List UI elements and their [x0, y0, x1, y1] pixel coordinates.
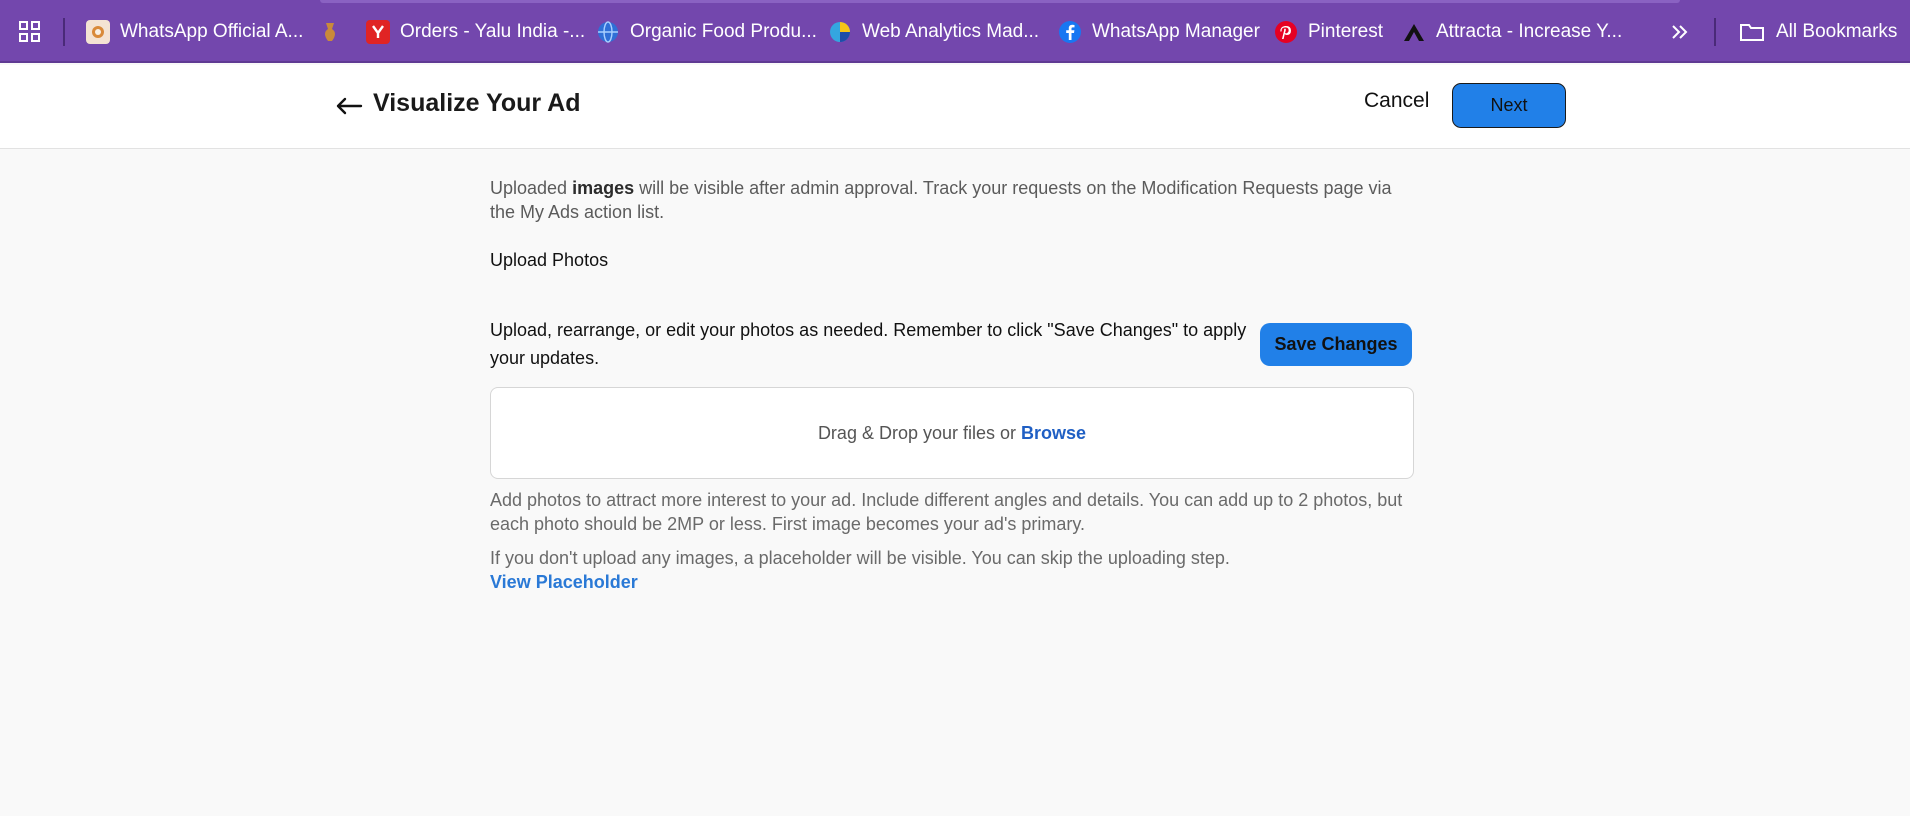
- back-arrow-icon[interactable]: [334, 91, 364, 121]
- bookmark-label: Pinterest: [1308, 21, 1383, 42]
- page-title: Visualize Your Ad: [373, 89, 581, 117]
- bookmark-label: Organic Food Produ...: [630, 21, 817, 42]
- whatsapp-official-favicon-icon: [86, 20, 110, 44]
- bookmarks-divider: [63, 18, 65, 46]
- bookmark-vase[interactable]: [318, 16, 352, 48]
- page-header: Visualize Your Ad Cancel Next: [0, 65, 1910, 149]
- upload-instruction-text: Upload, rearrange, or edit your photos a…: [490, 320, 1247, 368]
- bookmark-whatsapp-manager[interactable]: WhatsApp Manager: [1058, 16, 1260, 48]
- bookmarks-divider: [1714, 18, 1716, 46]
- view-placeholder-link[interactable]: View Placeholder: [490, 570, 638, 594]
- bookmark-label: All Bookmarks: [1776, 21, 1898, 42]
- pinterest-favicon-icon: [1274, 20, 1298, 44]
- approval-info-text: Uploaded images will be visible after ad…: [490, 176, 1415, 224]
- cancel-button[interactable]: Cancel: [1364, 89, 1429, 113]
- bookmark-label: WhatsApp Manager: [1092, 21, 1260, 42]
- next-button[interactable]: Next: [1452, 83, 1566, 128]
- more-bookmarks-chevron-icon[interactable]: [1669, 16, 1689, 48]
- photo-guidelines-text: Add photos to attract more interest to y…: [490, 490, 1403, 534]
- placeholder-note-text: If you don't upload any images, a placeh…: [490, 548, 1230, 568]
- bookmark-web-analytics[interactable]: Web Analytics Mad...: [828, 16, 1039, 48]
- bookmark-label: Web Analytics Mad...: [862, 21, 1040, 42]
- tab-strip-edge: [320, 0, 1680, 3]
- vase-favicon-icon: [318, 20, 342, 44]
- bookmark-attracta[interactable]: Attracta - Increase Y...: [1402, 16, 1622, 48]
- analytics-favicon-icon: [828, 20, 852, 44]
- globe-favicon-icon: [596, 20, 620, 44]
- attracta-favicon-icon: [1402, 20, 1426, 44]
- browse-link[interactable]: Browse: [1021, 423, 1086, 444]
- bookmark-label: Attracta - Increase Y...: [1436, 21, 1623, 42]
- file-dropzone[interactable]: Drag & Drop your files or Browse: [490, 387, 1414, 479]
- bookmark-yalu-orders[interactable]: Orders - Yalu India -...: [366, 16, 585, 48]
- upload-photos-heading: Upload Photos: [490, 250, 609, 270]
- bookmark-organic-food[interactable]: Organic Food Produ...: [596, 16, 817, 48]
- all-bookmarks-folder[interactable]: All Bookmarks: [1738, 16, 1897, 48]
- facebook-favicon-icon: [1058, 20, 1082, 44]
- bookmark-label: Orders - Yalu India -...: [400, 21, 586, 42]
- bookmark-whatsapp-official[interactable]: WhatsApp Official A...: [86, 16, 303, 48]
- bookmarks-bar: WhatsApp Official A... Orders - Yalu Ind…: [0, 0, 1910, 63]
- bookmark-pinterest[interactable]: Pinterest: [1274, 16, 1383, 48]
- save-changes-button[interactable]: Save Changes: [1260, 323, 1412, 366]
- apps-grid-icon[interactable]: [18, 16, 42, 48]
- bookmark-label: WhatsApp Official A...: [120, 21, 304, 42]
- folder-icon: [1738, 20, 1766, 44]
- dropzone-text: Drag & Drop your files or: [817, 422, 1017, 443]
- info-bold: images: [572, 178, 635, 198]
- yalu-favicon-icon: [366, 20, 390, 44]
- info-prefix: Uploaded: [490, 178, 573, 198]
